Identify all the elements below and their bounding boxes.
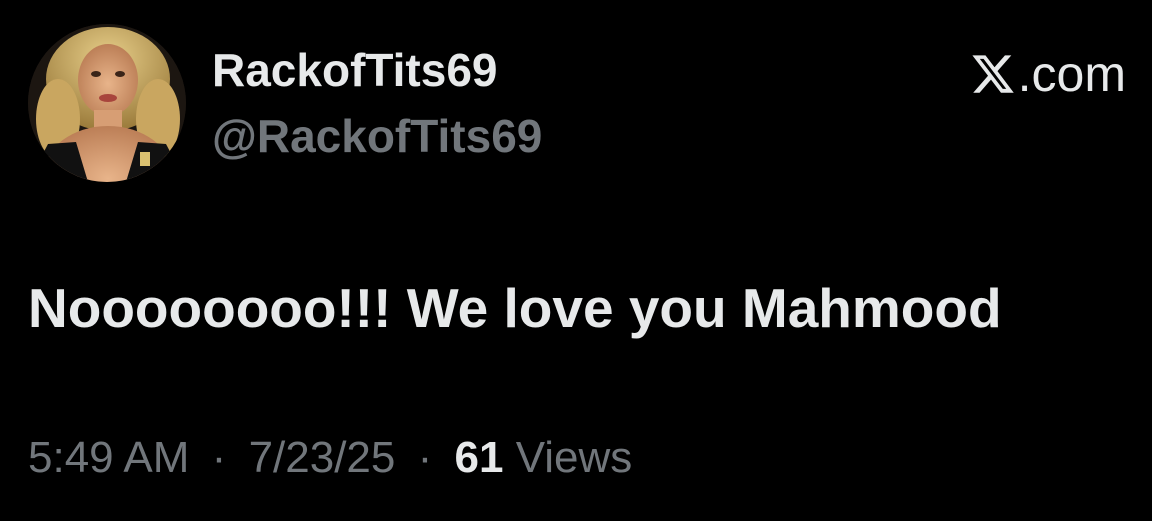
display-name[interactable]: RackofTits69: [212, 42, 498, 98]
x-logo-icon: [972, 55, 1014, 93]
avatar[interactable]: [28, 24, 186, 182]
views-count[interactable]: 61: [455, 433, 504, 482]
avatar-image: [28, 24, 186, 182]
tweet-time[interactable]: 5:49 AM: [28, 433, 189, 482]
tweet-text: Noooooooo!!! We love you Mahmood: [28, 277, 1002, 339]
views-label: Views: [515, 433, 633, 482]
meta-separator: ·: [211, 433, 227, 482]
meta-separator: ·: [417, 433, 433, 482]
brand-watermark: .com: [970, 46, 1126, 102]
user-handle[interactable]: @RackofTits69: [212, 108, 542, 164]
tweet-card: RackofTits69 @RackofTits69 .com Nooooooo…: [0, 0, 1152, 521]
tweet-date[interactable]: 7/23/25: [249, 433, 396, 482]
tweet-meta: 5:49 AM · 7/23/25 · 61 Views: [28, 430, 632, 486]
brand-suffix: .com: [1017, 46, 1126, 102]
